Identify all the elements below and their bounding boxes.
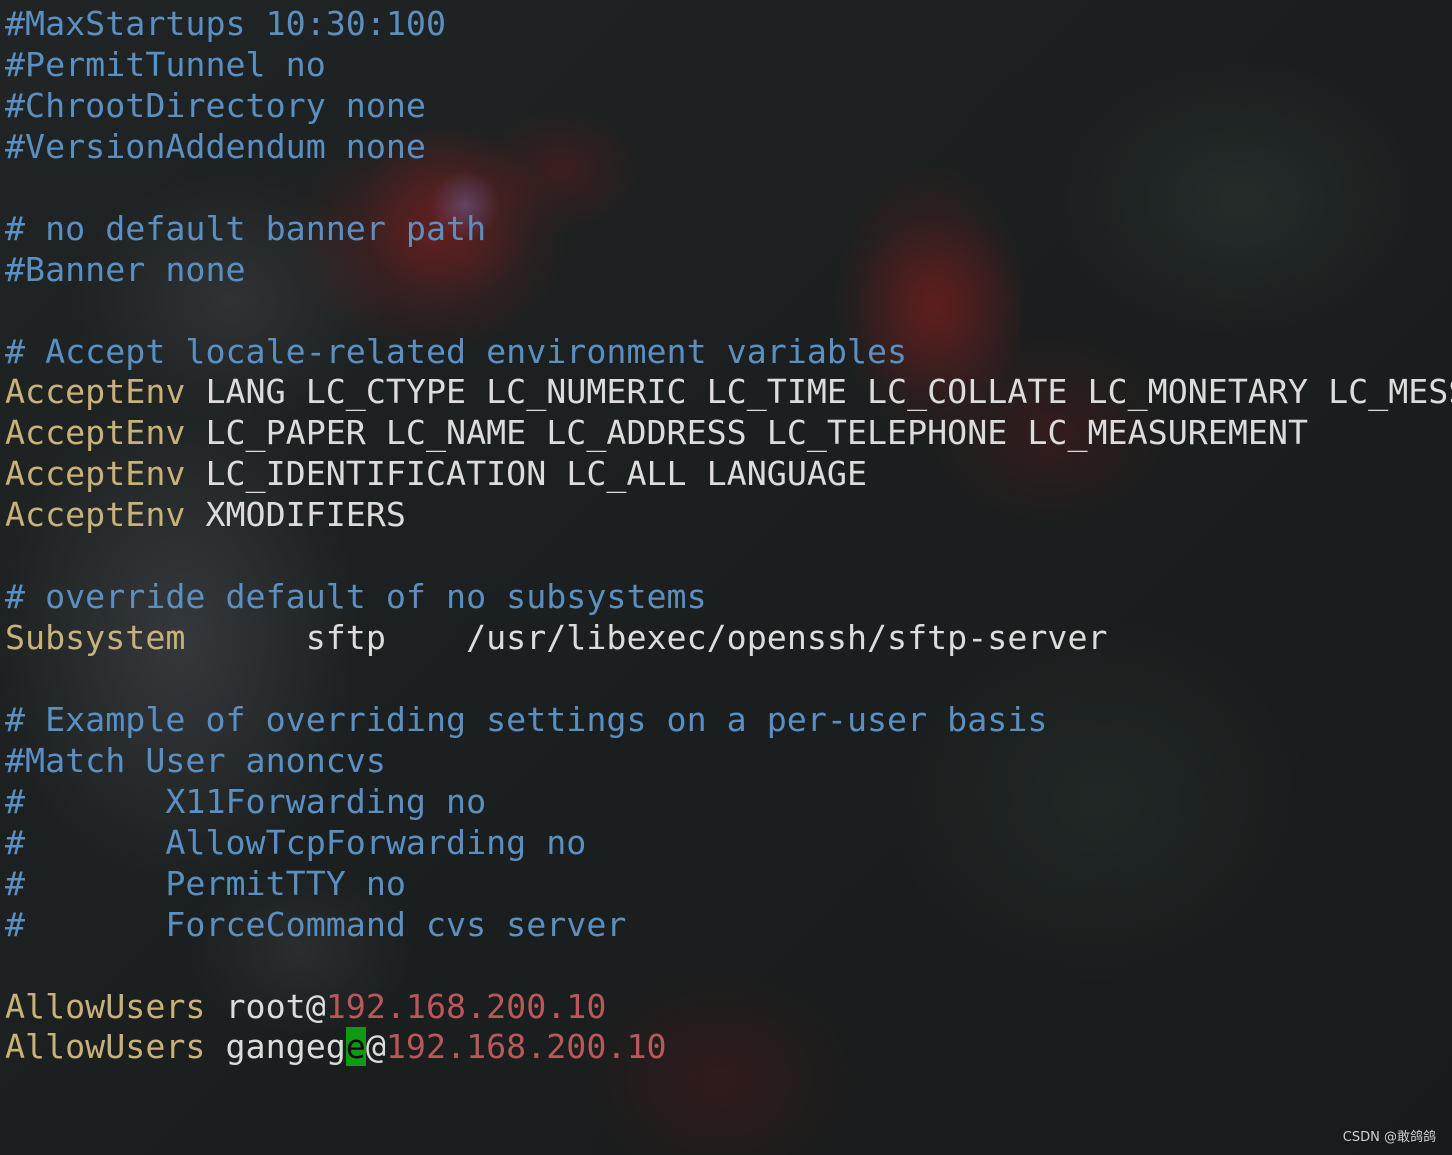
config-value: LC_PAPER LC_NAME LC_ADDRESS LC_TELEPHONE…: [185, 413, 1309, 453]
terminal-line: # ForceCommand cvs server: [5, 905, 1452, 946]
terminal-line: #PermitTunnel no: [5, 45, 1452, 86]
config-comment: #PermitTunnel no: [5, 44, 326, 84]
config-comment: # AllowTcpForwarding no: [5, 822, 587, 862]
terminal-line: # Example of overriding settings on a pe…: [5, 700, 1452, 741]
config-comment: # Example of overriding settings on a pe…: [5, 699, 1048, 739]
watermark-label: CSDN @敢鸽鸽: [1342, 1130, 1436, 1145]
terminal-line: AcceptEnv LANG LC_CTYPE LC_NUMERIC LC_TI…: [5, 372, 1452, 413]
config-value: gangeg: [205, 1027, 346, 1067]
terminal-line: AcceptEnv LC_PAPER LC_NAME LC_ADDRESS LC…: [5, 413, 1452, 454]
text-cursor[interactable]: e: [345, 1027, 366, 1067]
config-comment: #ChrootDirectory none: [5, 85, 426, 125]
terminal-line: # no default banner path: [5, 209, 1452, 250]
terminal-line: #MaxStartups 10:30:100: [5, 4, 1452, 45]
terminal-line: # X11Forwarding no: [5, 782, 1452, 823]
config-value: XMODIFIERS: [185, 495, 406, 535]
config-directive: AllowUsers: [5, 986, 206, 1026]
config-comment: #MaxStartups 10:30:100: [5, 4, 447, 43]
config-directive: AcceptEnv: [5, 495, 186, 535]
terminal-line: # AllowTcpForwarding no: [5, 823, 1452, 864]
config-comment: # override default of no subsystems: [5, 577, 707, 617]
terminal-line: AllowUsers root@192.168.200.10: [5, 987, 1452, 1028]
terminal-line: # PermitTTY no: [5, 864, 1452, 905]
config-directive: AllowUsers: [5, 1027, 206, 1067]
config-directive: AcceptEnv: [5, 372, 186, 412]
terminal-window[interactable]: #MaxStartups 10:30:100 #PermitTunnel no #C…: [0, 0, 1452, 1155]
terminal-line: AcceptEnv XMODIFIERS: [5, 495, 1452, 536]
ip-address: 192.168.200.10: [325, 986, 607, 1026]
config-comment: #VersionAddendum none: [5, 126, 426, 166]
config-directive: AcceptEnv: [5, 454, 186, 494]
config-comment: #Banner none: [5, 249, 246, 289]
terminal-line: Subsystem sftp /usr/libexec/openssh/sftp…: [5, 618, 1452, 659]
config-directive: Subsystem: [5, 618, 186, 658]
terminal-line: #Match User anoncvs: [5, 741, 1452, 782]
config-comment: # Accept locale-related environment vari…: [5, 331, 908, 371]
config-comment: #Match User anoncvs: [5, 740, 386, 780]
config-value: @: [365, 1027, 386, 1067]
config-comment: # PermitTTY no: [5, 863, 406, 903]
terminal-line: AllowUsers gangege@192.168.200.10: [5, 1027, 1452, 1068]
terminal-line: #ChrootDirectory none: [5, 86, 1452, 127]
config-value: root@: [205, 986, 326, 1026]
terminal-line: # override default of no subsystems: [5, 577, 1452, 618]
config-directive: AcceptEnv: [5, 413, 186, 453]
terminal-text-area[interactable]: #MaxStartups 10:30:100 #PermitTunnel no #C…: [5, 4, 1452, 1068]
terminal-line: # Accept locale-related environment vari…: [5, 332, 1452, 373]
terminal-line: #Banner none: [5, 250, 1452, 291]
config-value: LC_IDENTIFICATION LC_ALL LANGUAGE: [185, 454, 868, 494]
config-comment: # ForceCommand cvs server: [5, 904, 627, 944]
config-comment: # no default banner path: [5, 208, 487, 248]
ip-address: 192.168.200.10: [385, 1027, 667, 1067]
config-value: sftp /usr/libexec/openssh/sftp-server: [185, 618, 1108, 658]
terminal-line: AcceptEnv LC_IDENTIFICATION LC_ALL LANGU…: [5, 454, 1452, 495]
config-comment: # X11Forwarding no: [5, 781, 487, 821]
config-value: LANG LC_CTYPE LC_NUMERIC LC_TIME LC_COLL…: [185, 372, 1452, 412]
terminal-line: #VersionAddendum none: [5, 127, 1452, 168]
